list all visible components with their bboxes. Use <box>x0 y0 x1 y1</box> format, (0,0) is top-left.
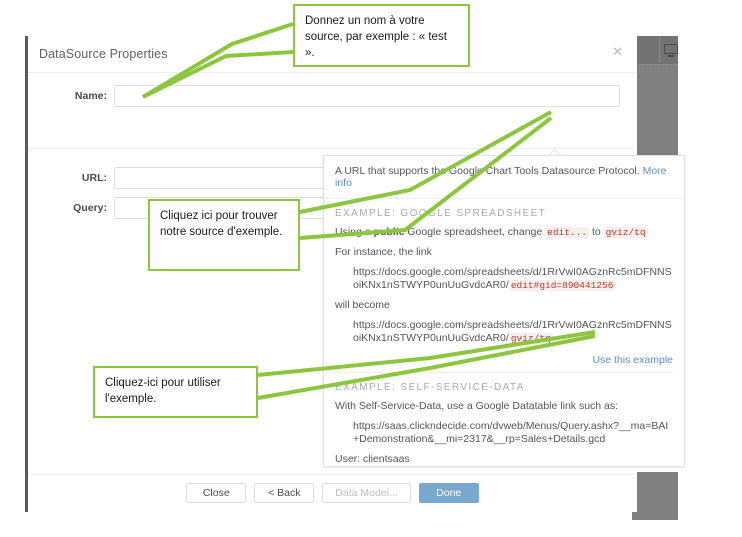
section-line-become: will become <box>335 299 390 311</box>
use-this-example-link-1[interactable]: Use this example <box>592 354 673 366</box>
dialog-button-bar: Close < Back Data Model... Done <box>28 483 637 503</box>
text-fragment: Using a <box>335 226 374 238</box>
annotation-callout-2: Cliquez ici pour trouver notre source d'… <box>148 199 300 271</box>
code-gviz: gviz/tq <box>603 227 648 238</box>
monitor-screen <box>664 44 678 54</box>
section-line-ssd: With Self-Service-Data, use a Google Dat… <box>335 400 619 412</box>
example-url-before: https://docs.google.com/spreadsheets/d/1… <box>335 266 673 292</box>
annotation-callout-1: Donnez un nom à votre source, par exempl… <box>293 4 470 67</box>
help-popover: A URL that supports the Google Chart Too… <box>323 155 685 467</box>
help-section-self-service-data: EXAMPLE: SELF-SERVICE-DATA With Self-Ser… <box>324 373 684 466</box>
example-url-after: https://docs.google.com/spreadsheets/d/1… <box>335 319 673 345</box>
annotation-callout-3: Cliquez-ici pour utiliser l'exemple. <box>93 366 258 418</box>
name-input[interactable] <box>114 85 620 107</box>
help-intro-text: A URL that supports the Google Chart Too… <box>335 165 640 177</box>
form-divider <box>28 148 637 149</box>
section-line-instance: For instance, the link <box>335 246 432 258</box>
close-icon[interactable]: ✕ <box>612 45 623 58</box>
section-title: EXAMPLE: GOOGLE SPREADSHEET <box>335 208 547 219</box>
text-fragment: to <box>589 226 604 238</box>
name-label: Name: <box>74 90 107 102</box>
help-section-google-spreadsheet: EXAMPLE: GOOGLE SPREADSHEET Using a publ… <box>324 199 684 345</box>
back-button[interactable]: < Back <box>254 483 315 503</box>
url-code-suffix: gviz/tq <box>508 333 553 344</box>
use-example-row-1: Use this example <box>324 352 684 372</box>
public-emphasis: public <box>373 226 405 238</box>
form-row-name: Name: <box>28 85 637 109</box>
monitor-stand <box>668 55 674 57</box>
section-line-change: Using a public Google spreadsheet, chang… <box>335 226 673 239</box>
ssd-example-url: https://saas.clickndecide.com/dvweb/Menu… <box>353 420 669 445</box>
text-fragment: Google spreadsheet, change <box>404 226 546 238</box>
url-label: URL: <box>81 172 107 184</box>
section-title: EXAMPLE: SELF-SERVICE-DATA <box>335 382 525 393</box>
app-backdrop-overlay-bottom <box>632 472 678 520</box>
ssd-user: User: clientsaas <box>335 453 410 465</box>
code-edit: edit... <box>545 227 590 238</box>
page-title: DataSource Properties <box>39 47 168 61</box>
data-model-button[interactable]: Data Model... <box>322 483 411 503</box>
url-code-suffix: edit#gid=890441256 <box>508 280 616 291</box>
close-button[interactable]: Close <box>186 483 247 503</box>
query-label: Query: <box>73 202 107 214</box>
help-intro: A URL that supports the Google Chart Too… <box>324 156 684 199</box>
footer-divider <box>28 474 637 475</box>
monitor-icon[interactable] <box>664 44 678 57</box>
app-tab-separator <box>659 37 660 63</box>
done-button[interactable]: Done <box>418 483 479 503</box>
